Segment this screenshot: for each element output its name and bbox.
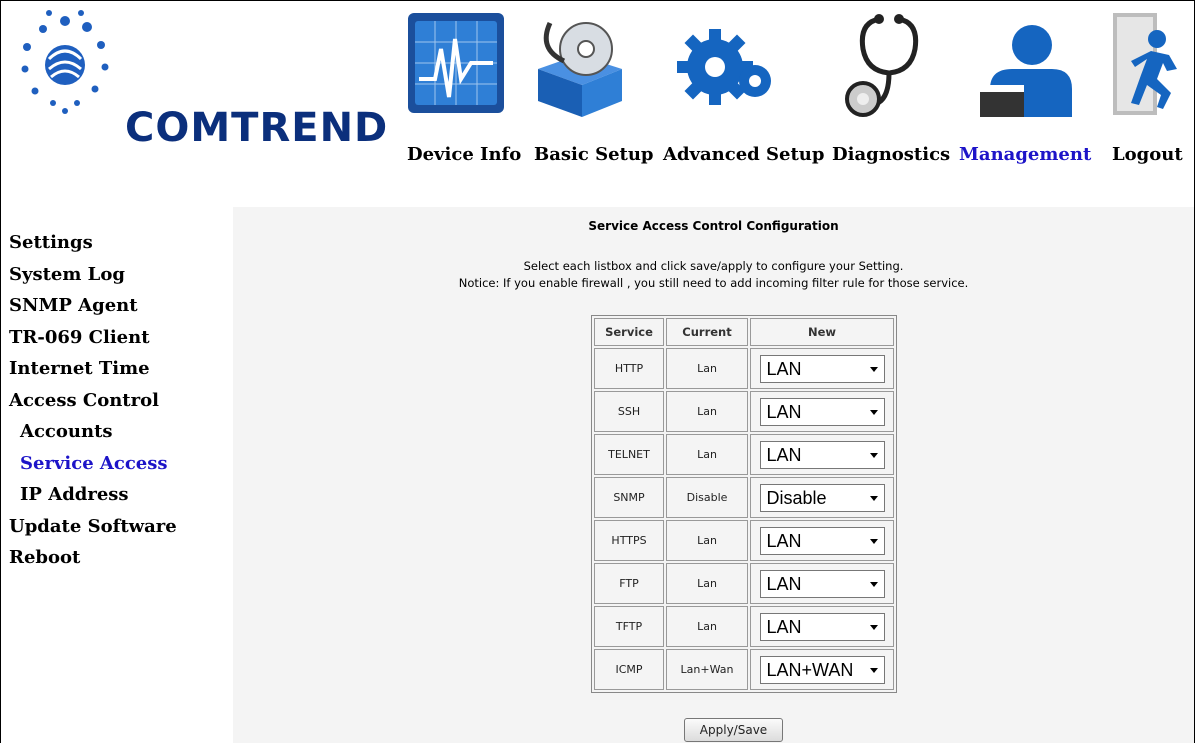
header: COMTREND Device Info Basic Setup Advance… [1, 1, 1194, 206]
service-select[interactable]: LAN [759, 569, 885, 598]
table-row: TELNET Lan LAN [594, 434, 894, 475]
service-select[interactable]: LAN [759, 397, 885, 426]
management-icon[interactable] [976, 9, 1078, 119]
select-value: LAN [766, 616, 802, 637]
new-cell: LAN [750, 391, 894, 432]
nav-device-info[interactable]: Device Info [407, 144, 521, 165]
nav-management[interactable]: Management [959, 144, 1091, 165]
current-cell: Lan [666, 391, 748, 432]
sidebar: Settings System Log SNMP Agent TR-069 Cl… [9, 229, 229, 576]
page-title: Service Access Control Configuration [588, 219, 839, 233]
service-cell: ICMP [594, 649, 664, 690]
new-cell: LAN [750, 348, 894, 389]
new-cell: LAN+WAN [750, 649, 894, 690]
page-frame: COMTREND Device Info Basic Setup Advance… [0, 0, 1195, 743]
sidebar-item-system-log[interactable]: System Log [9, 261, 229, 293]
notice-text: Notice: If you enable firewall , you sti… [458, 276, 969, 290]
select-value: LAN [766, 573, 802, 594]
table-row: SNMP Disable Disable [594, 477, 894, 518]
table-row: SSH Lan LAN [594, 391, 894, 432]
service-select[interactable]: LAN [759, 612, 885, 641]
comtrend-logo[interactable]: COMTREND [15, 7, 395, 167]
table-header-row: Service Current New [594, 318, 894, 346]
service-access-table: Service Current New HTTP Lan LAN SSH Lan… [591, 315, 897, 693]
dropdown-arrow-icon [869, 667, 878, 673]
nav-logout[interactable]: Logout [1112, 144, 1183, 165]
table-row: ICMP Lan+Wan LAN+WAN [594, 649, 894, 690]
select-value: LAN+WAN [766, 659, 854, 680]
logout-icon[interactable] [1111, 9, 1194, 119]
column-header-new: New [750, 318, 894, 346]
column-header-service: Service [594, 318, 664, 346]
service-select[interactable]: LAN [759, 354, 885, 383]
new-cell: LAN [750, 606, 894, 647]
select-value: Disable [766, 487, 827, 508]
service-cell: HTTPS [594, 520, 664, 561]
service-cell: SSH [594, 391, 664, 432]
current-cell: Lan [666, 520, 748, 561]
service-cell: TFTP [594, 606, 664, 647]
new-cell: Disable [750, 477, 894, 518]
advanced-setup-icon[interactable] [675, 9, 777, 119]
dropdown-arrow-icon [869, 538, 878, 544]
dropdown-arrow-icon [869, 624, 878, 630]
service-select[interactable]: LAN [759, 440, 885, 469]
dropdown-arrow-icon [869, 452, 878, 458]
basic-setup-icon[interactable] [528, 9, 630, 119]
select-value: LAN [766, 530, 802, 551]
current-cell: Disable [666, 477, 748, 518]
current-cell: Lan [666, 434, 748, 475]
table-row: HTTP Lan LAN [594, 348, 894, 389]
nav-diagnostics[interactable]: Diagnostics [832, 144, 950, 165]
dropdown-arrow-icon [869, 581, 878, 587]
select-value: LAN [766, 444, 802, 465]
sidebar-item-update-software[interactable]: Update Software [9, 513, 229, 545]
new-cell: LAN [750, 563, 894, 604]
service-cell: SNMP [594, 477, 664, 518]
current-cell: Lan [666, 606, 748, 647]
new-cell: LAN [750, 520, 894, 561]
select-value: LAN [766, 401, 802, 422]
new-cell: LAN [750, 434, 894, 475]
nav-advanced-setup[interactable]: Advanced Setup [663, 144, 824, 165]
dropdown-arrow-icon [869, 366, 878, 372]
content-panel: Service Access Control Configuration Sel… [233, 207, 1194, 743]
column-header-current: Current [666, 318, 748, 346]
sidebar-item-snmp-agent[interactable]: SNMP Agent [9, 292, 229, 324]
diagnostics-icon[interactable] [839, 9, 941, 119]
device-info-icon[interactable] [405, 9, 507, 119]
logo-mark-icon [21, 10, 109, 114]
service-cell: HTTP [594, 348, 664, 389]
dropdown-arrow-icon [869, 495, 878, 501]
sidebar-item-reboot[interactable]: Reboot [9, 544, 229, 576]
current-cell: Lan+Wan [666, 649, 748, 690]
service-select[interactable]: LAN [759, 526, 885, 555]
select-value: LAN [766, 358, 802, 379]
sidebar-item-internet-time[interactable]: Internet Time [9, 355, 229, 387]
sidebar-item-service-access[interactable]: Service Access [9, 450, 229, 482]
sidebar-item-ip-address[interactable]: IP Address [9, 481, 229, 513]
nav-basic-setup[interactable]: Basic Setup [534, 144, 654, 165]
table-row: FTP Lan LAN [594, 563, 894, 604]
service-select[interactable]: Disable [759, 483, 885, 512]
current-cell: Lan [666, 348, 748, 389]
service-cell: FTP [594, 563, 664, 604]
current-cell: Lan [666, 563, 748, 604]
service-select[interactable]: LAN+WAN [759, 655, 885, 684]
sidebar-item-access-control[interactable]: Access Control [9, 387, 229, 419]
apply-save-button[interactable]: Apply/Save [684, 718, 783, 742]
logo-text: COMTREND [125, 105, 389, 151]
service-cell: TELNET [594, 434, 664, 475]
table-row: HTTPS Lan LAN [594, 520, 894, 561]
table-row: TFTP Lan LAN [594, 606, 894, 647]
sidebar-item-settings[interactable]: Settings [9, 229, 229, 261]
sidebar-item-tr069-client[interactable]: TR-069 Client [9, 324, 229, 356]
dropdown-arrow-icon [869, 409, 878, 415]
sidebar-item-accounts[interactable]: Accounts [9, 418, 229, 450]
instructions-text: Select each listbox and click save/apply… [523, 259, 904, 273]
